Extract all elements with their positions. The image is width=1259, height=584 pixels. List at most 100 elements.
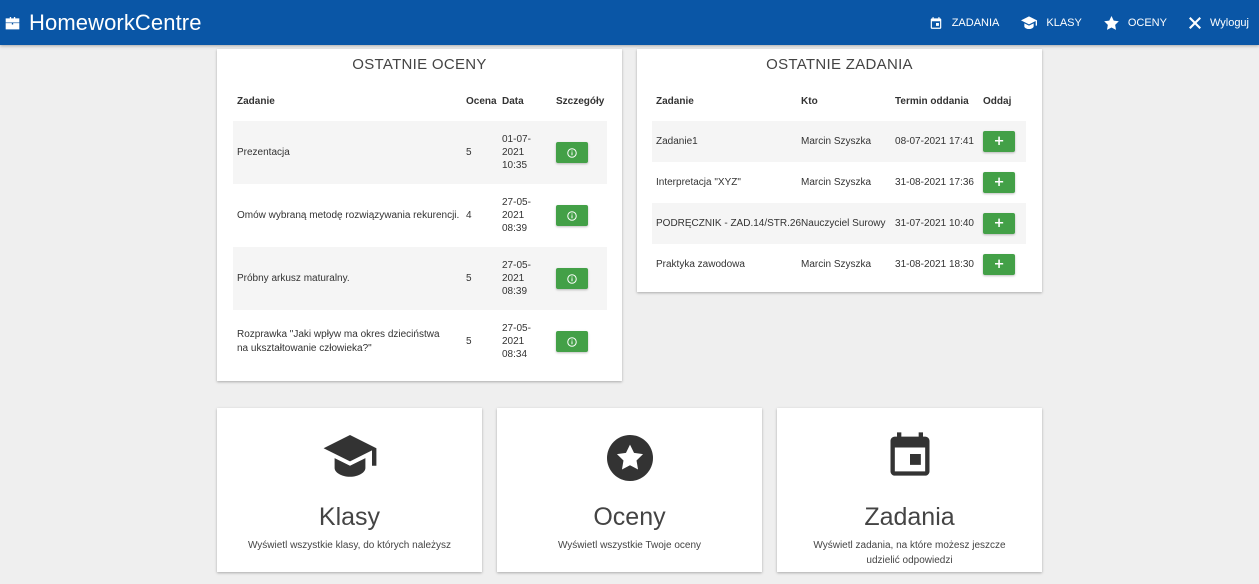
info-icon bbox=[567, 336, 577, 347]
grade-cell: 5 bbox=[466, 121, 502, 184]
recent-tasks-title: OSTATNIE ZADANIA bbox=[766, 56, 913, 73]
recent-tasks-card: OSTATNIE ZADANIA Zadanie Kto Termin odda… bbox=[637, 49, 1042, 292]
details-cell bbox=[556, 184, 607, 247]
nav-item-zadania[interactable]: ZADANIA bbox=[929, 16, 1000, 30]
nav-item-label: KLASY bbox=[1046, 16, 1082, 29]
grade-cell: 5 bbox=[466, 336, 472, 347]
column-header: Kto bbox=[801, 96, 818, 107]
details-button[interactable] bbox=[556, 142, 588, 163]
date-line: 27-05- bbox=[502, 197, 531, 208]
table-row: Praktyka zawodowa Marcin Szyszka 31-08-2… bbox=[652, 244, 1026, 285]
nav-item-oceny[interactable]: OCENY bbox=[1104, 15, 1167, 30]
info-icon bbox=[567, 210, 577, 221]
task-cell: Omów wybraną metodę rozwiązywania rekure… bbox=[237, 210, 460, 221]
submit-cell: + bbox=[983, 203, 1026, 244]
date-line: 2021 bbox=[502, 210, 525, 221]
nav-item-label: Wyloguj bbox=[1209, 16, 1249, 29]
table-row: Rozprawka "Jaki wpływ ma okres dziecińst… bbox=[233, 310, 607, 373]
date-line: 08:39 bbox=[502, 223, 528, 234]
submit-button[interactable]: + bbox=[983, 172, 1016, 193]
column-header: Data bbox=[502, 96, 524, 107]
tile-title: Klasy bbox=[318, 503, 381, 531]
grades-table: Zadanie Ocena Data Szczegóły Prezentacja… bbox=[233, 79, 607, 373]
info-icon bbox=[567, 147, 577, 158]
recent-grades-card: OSTATNIE OCENY Zadanie Ocena Data Szczeg… bbox=[217, 49, 622, 381]
submit-button[interactable]: + bbox=[983, 131, 1016, 152]
task-cell: PODRĘCZNIK - ZAD.14/STR.26 bbox=[652, 203, 802, 244]
task-cell: Prezentacja bbox=[233, 121, 466, 184]
date-line: 08:34 bbox=[502, 349, 528, 360]
submit-cell: + bbox=[983, 121, 1026, 162]
table-header-row: Zadanie Kto Termin oddania Oddaj bbox=[652, 79, 1026, 121]
tile-oceny[interactable]: Oceny Wyświetl wszystkie Twoje oceny bbox=[497, 408, 762, 572]
task-cell: Rozprawka "Jaki wpływ ma okres dziecińst… bbox=[237, 328, 440, 354]
nav-item-klasy[interactable]: KLASY bbox=[1021, 15, 1082, 30]
tile-title: Zadania bbox=[864, 503, 955, 531]
tasks-table: Zadanie Kto Termin oddania Oddaj Zadanie… bbox=[652, 79, 1026, 285]
table-row: Zadanie1 Marcin Szyszka 08-07-2021 17:41… bbox=[652, 121, 1026, 162]
submit-button[interactable]: + bbox=[983, 213, 1016, 234]
star-circle-icon bbox=[606, 435, 653, 481]
deadline-cell: 31-08-2021 18:30 bbox=[895, 259, 974, 270]
date-cell: 27-05- 2021 08:39 bbox=[502, 184, 556, 247]
task-cell: Interpretacja "XYZ" bbox=[656, 177, 741, 188]
tile-klasy[interactable]: Klasy Wyświetl wszystkie klasy, do który… bbox=[217, 408, 482, 572]
calendar-icon bbox=[930, 16, 941, 29]
who-cell: Marcin Szyszka bbox=[801, 177, 872, 188]
tile-icon-wrap bbox=[777, 428, 1042, 480]
nav-item-wyloguj[interactable]: Wyloguj bbox=[1188, 16, 1249, 29]
column-header: Oddaj bbox=[983, 96, 1012, 107]
submit-button[interactable]: + bbox=[983, 254, 1016, 275]
tile-icon-wrap bbox=[217, 435, 482, 479]
submit-cell: + bbox=[983, 244, 1026, 285]
brand-link[interactable]: HomeworkCentre bbox=[4, 10, 202, 36]
date-line: 2021 bbox=[502, 273, 525, 284]
column-header: Termin oddania bbox=[895, 96, 969, 107]
date-cell: 01-07- 2021 10:35 bbox=[502, 121, 556, 184]
who-cell: Marcin Szyszka bbox=[801, 121, 896, 162]
date-cell: 27-05- 2021 08:39 bbox=[502, 247, 556, 310]
column-header: Ocena bbox=[466, 96, 497, 107]
details-button[interactable] bbox=[556, 268, 588, 289]
table-row: Interpretacja "XYZ" Marcin Szyszka 31-08… bbox=[652, 162, 1026, 203]
nav-item-label: ZADANIA bbox=[951, 16, 1000, 29]
recent-grades-title: OSTATNIE OCENY bbox=[352, 56, 487, 73]
column-header: Zadanie bbox=[237, 96, 275, 107]
date-line: 08:39 bbox=[502, 286, 528, 297]
nav-menu: ZADANIA KLASY OCENY Wyloguj bbox=[907, 0, 1249, 45]
tile-description: Wyświetl zadania, na które możesz jeszcz… bbox=[813, 540, 1006, 566]
details-cell bbox=[556, 247, 607, 310]
calendar-icon bbox=[890, 432, 929, 476]
task-cell: Próbny arkusz maturalny. bbox=[233, 247, 466, 310]
info-icon bbox=[567, 273, 577, 284]
column-header: Szczegóły bbox=[556, 96, 605, 107]
close-icon bbox=[1188, 16, 1201, 29]
nav-item-label: OCENY bbox=[1127, 16, 1167, 29]
details-cell bbox=[556, 310, 607, 373]
tile-zadania[interactable]: Zadania Wyświetl zadania, na które możes… bbox=[777, 408, 1042, 572]
tile-icon-wrap bbox=[497, 435, 762, 481]
date-line: 2021 bbox=[502, 147, 525, 158]
table-header-row: Zadanie Ocena Data Szczegóły bbox=[233, 79, 607, 121]
deadline-cell: 08-07-2021 17:41 bbox=[895, 121, 984, 162]
column-header: Zadanie bbox=[656, 96, 694, 107]
details-cell bbox=[556, 121, 607, 184]
task-cell: Zadanie1 bbox=[652, 121, 802, 162]
table-row: Próbny arkusz maturalny. 5 27-05- 2021 0… bbox=[233, 247, 607, 310]
submit-cell: + bbox=[983, 162, 1026, 203]
task-cell: Praktyka zawodowa bbox=[656, 259, 745, 270]
briefcase-icon bbox=[5, 17, 20, 30]
date-line: 2021 bbox=[502, 336, 525, 347]
date-line: 27-05- bbox=[502, 260, 531, 271]
date-line: 27-05- bbox=[502, 323, 531, 334]
grade-cell: 4 bbox=[466, 210, 472, 221]
deadline-cell: 31-07-2021 10:40 bbox=[895, 203, 984, 244]
tile-description: Wyświetl wszystkie klasy, do których nal… bbox=[247, 540, 452, 551]
date-line: 01-07- bbox=[502, 134, 531, 145]
tile-description: Wyświetl wszystkie Twoje oceny bbox=[557, 540, 702, 551]
who-cell: Nauczyciel Surowy bbox=[801, 203, 896, 244]
graduation-cap-icon bbox=[323, 435, 376, 477]
details-button[interactable] bbox=[556, 331, 588, 352]
grade-cell: 5 bbox=[466, 247, 502, 310]
details-button[interactable] bbox=[556, 205, 588, 226]
